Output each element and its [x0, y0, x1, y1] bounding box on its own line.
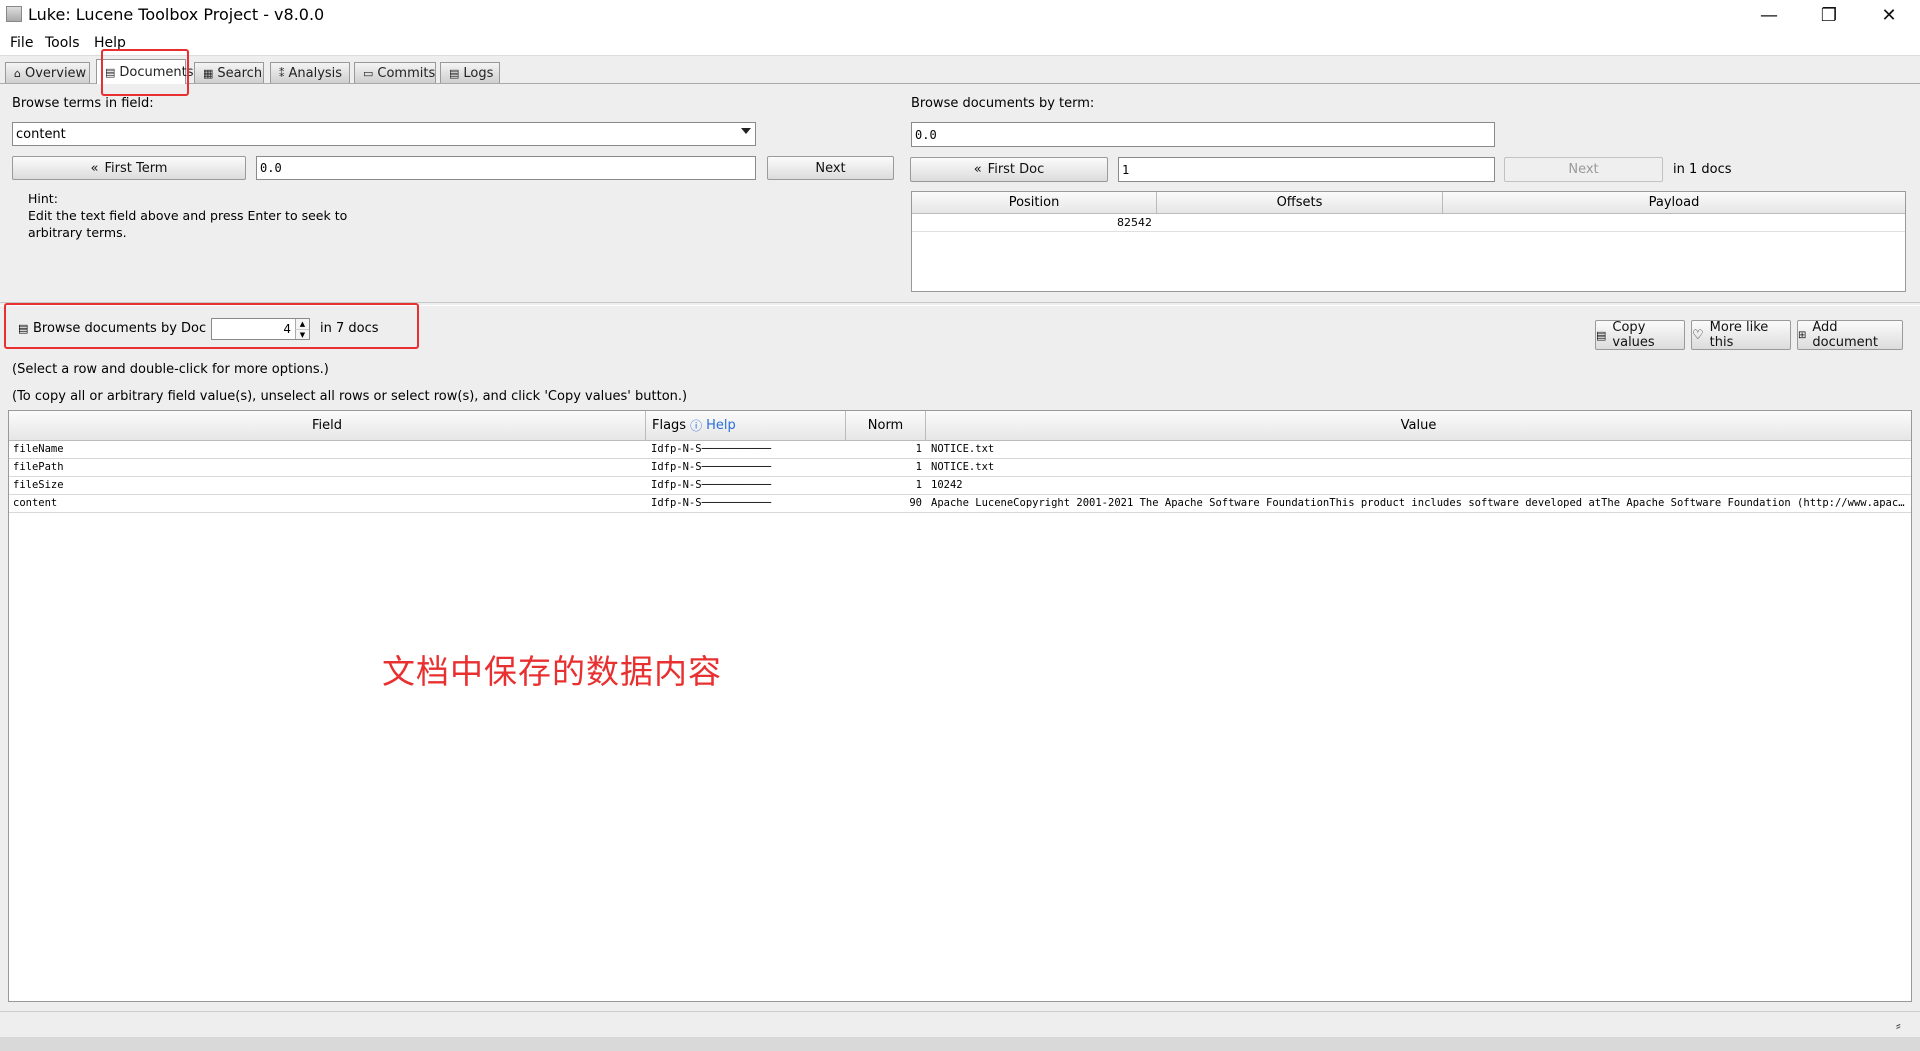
- flags-cell: Idfp-N-S───────────: [651, 443, 772, 455]
- flags-cell: Idfp-N-S───────────: [651, 461, 772, 473]
- field-name-cell: filePath: [13, 461, 64, 473]
- tab-label: Analysis: [288, 65, 343, 81]
- tab-label: Overview: [24, 65, 87, 81]
- heart-icon: ♡: [1692, 327, 1704, 343]
- hint-line-1: Edit the text field above and press Ente…: [28, 208, 348, 223]
- column-header-flags[interactable]: Flags ⓘ Help: [646, 411, 846, 441]
- app-icon: [6, 6, 22, 22]
- annotation-text: 文档中保存的数据内容: [382, 652, 722, 691]
- chevron-down-icon: [741, 128, 751, 134]
- resize-grip-icon[interactable]: ⸗: [1896, 1017, 1901, 1034]
- next-term-button[interactable]: Next: [767, 156, 894, 180]
- position-cell: 82542: [1117, 216, 1152, 229]
- doc-count-label: in 1 docs: [1673, 162, 1732, 177]
- title-bar: Luke: Lucene Toolbox Project - v8.0.0 — …: [0, 0, 1920, 30]
- norm-cell: 1: [915, 461, 922, 473]
- norm-cell: 90: [909, 497, 922, 509]
- browse-docs-by-term-label: Browse documents by term:: [911, 96, 1095, 111]
- first-doc-button[interactable]: « First Doc: [910, 157, 1108, 182]
- value-cell: NOTICE.txt: [931, 443, 995, 455]
- double-left-arrow-icon: «: [90, 160, 99, 176]
- instruction-copy-values: (To copy all or arbitrary field value(s)…: [12, 389, 688, 404]
- browse-terms-label: Browse terms in field:: [12, 96, 154, 111]
- hint-line-2: arbitrary terms.: [28, 225, 127, 240]
- first-doc-label: First Doc: [987, 162, 1045, 177]
- value-cell: NOTICE.txt: [931, 461, 995, 473]
- window-title: Luke: Lucene Toolbox Project - v8.0.0: [28, 5, 325, 24]
- doc-number-input[interactable]: 1: [1118, 157, 1495, 182]
- column-header-norm[interactable]: Norm: [846, 411, 926, 441]
- commits-icon: ▭: [363, 66, 374, 80]
- first-term-button[interactable]: « First Term: [12, 156, 246, 180]
- field-select[interactable]: content: [12, 122, 756, 146]
- home-icon: ⌂: [14, 66, 21, 80]
- minimize-button[interactable]: —: [1740, 0, 1798, 30]
- add-document-label: Add document: [1812, 320, 1878, 350]
- table-row[interactable]: 82542: [912, 214, 1905, 232]
- column-header-position[interactable]: Position: [912, 192, 1157, 214]
- tab-commits[interactable]: ▭ Commits: [354, 62, 436, 83]
- value-cell: Apache LuceneCopyright 2001-2021 The Apa…: [931, 497, 1906, 509]
- copy-values-button[interactable]: ▤ Copy values: [1595, 320, 1685, 350]
- maximize-button[interactable]: ❐: [1800, 0, 1858, 30]
- copy-values-label: Copy values: [1612, 320, 1655, 350]
- field-select-value: content: [16, 126, 66, 142]
- tab-label: Logs: [463, 65, 494, 81]
- positions-table[interactable]: Position Offsets Payload 82542: [911, 191, 1906, 292]
- close-button[interactable]: ✕: [1860, 0, 1918, 30]
- column-header-offsets[interactable]: Offsets: [1157, 192, 1443, 214]
- more-like-this-button[interactable]: ♡ More like this: [1691, 320, 1791, 350]
- next-doc-button[interactable]: Next: [1504, 157, 1663, 182]
- menu-file[interactable]: File: [10, 35, 33, 51]
- flags-help-link[interactable]: Help: [706, 418, 736, 433]
- analysis-icon: ⁑: [279, 66, 285, 80]
- document-fields-table[interactable]: Field Flags ⓘ Help Norm Value fileName I…: [8, 410, 1912, 1002]
- flags-header-label: Flags: [652, 418, 687, 433]
- flags-cell: Idfp-N-S───────────: [651, 497, 772, 509]
- field-name-cell: fileSize: [13, 479, 64, 491]
- tab-overview[interactable]: ⌂ Overview: [5, 62, 90, 83]
- first-term-label: First Term: [104, 160, 168, 176]
- copy-icon: ▤: [1596, 328, 1607, 342]
- tab-label: Commits: [377, 65, 436, 81]
- hint-title: Hint:: [28, 191, 58, 206]
- column-header-value[interactable]: Value: [926, 411, 1911, 441]
- doc-term-input[interactable]: 0.0: [911, 122, 1495, 147]
- tab-analysis[interactable]: ⁑ Analysis: [270, 62, 350, 83]
- menu-bar: File Tools Help: [0, 30, 1920, 56]
- flags-cell: Idfp-N-S───────────: [651, 479, 772, 491]
- annotation-box-doc-browser: [4, 303, 419, 349]
- table-row[interactable]: fileSize Idfp-N-S─────────── 1 10242: [9, 477, 1911, 495]
- help-icon[interactable]: ⓘ: [690, 417, 702, 434]
- double-left-arrow-icon: «: [973, 162, 982, 177]
- tab-label: Search: [217, 65, 263, 81]
- table-row[interactable]: fileName Idfp-N-S─────────── 1 NOTICE.tx…: [9, 441, 1911, 459]
- logs-icon: ▤: [449, 66, 460, 80]
- tab-logs[interactable]: ▤ Logs: [440, 62, 500, 83]
- table-row[interactable]: content Idfp-N-S─────────── 90 Apache Lu…: [9, 495, 1911, 513]
- norm-cell: 1: [915, 479, 922, 491]
- instruction-select-row: (Select a row and double-click for more …: [12, 362, 329, 377]
- more-like-this-label: More like this: [1709, 320, 1769, 350]
- table-row[interactable]: filePath Idfp-N-S─────────── 1 NOTICE.tx…: [9, 459, 1911, 477]
- annotation-box-documents-tab: [101, 49, 189, 96]
- add-document-icon: ⊞: [1798, 329, 1807, 341]
- search-icon: ▦: [203, 66, 214, 80]
- add-document-button[interactable]: ⊞ Add document: [1797, 320, 1903, 350]
- tab-strip: ⌂ Overview ▤ Documents ▦ Search ⁑ Analys…: [0, 56, 1920, 84]
- column-header-payload[interactable]: Payload: [1443, 192, 1905, 214]
- field-name-cell: content: [13, 497, 58, 509]
- term-input[interactable]: 0.0: [256, 156, 756, 180]
- tab-search[interactable]: ▦ Search: [194, 62, 264, 83]
- menu-tools[interactable]: Tools: [45, 35, 80, 51]
- field-name-cell: fileName: [13, 443, 64, 455]
- column-header-field[interactable]: Field: [9, 411, 646, 441]
- status-bar: ⸗: [0, 1011, 1920, 1037]
- bottom-strip: [0, 1037, 1920, 1051]
- value-cell: 10242: [931, 479, 963, 491]
- norm-cell: 1: [915, 443, 922, 455]
